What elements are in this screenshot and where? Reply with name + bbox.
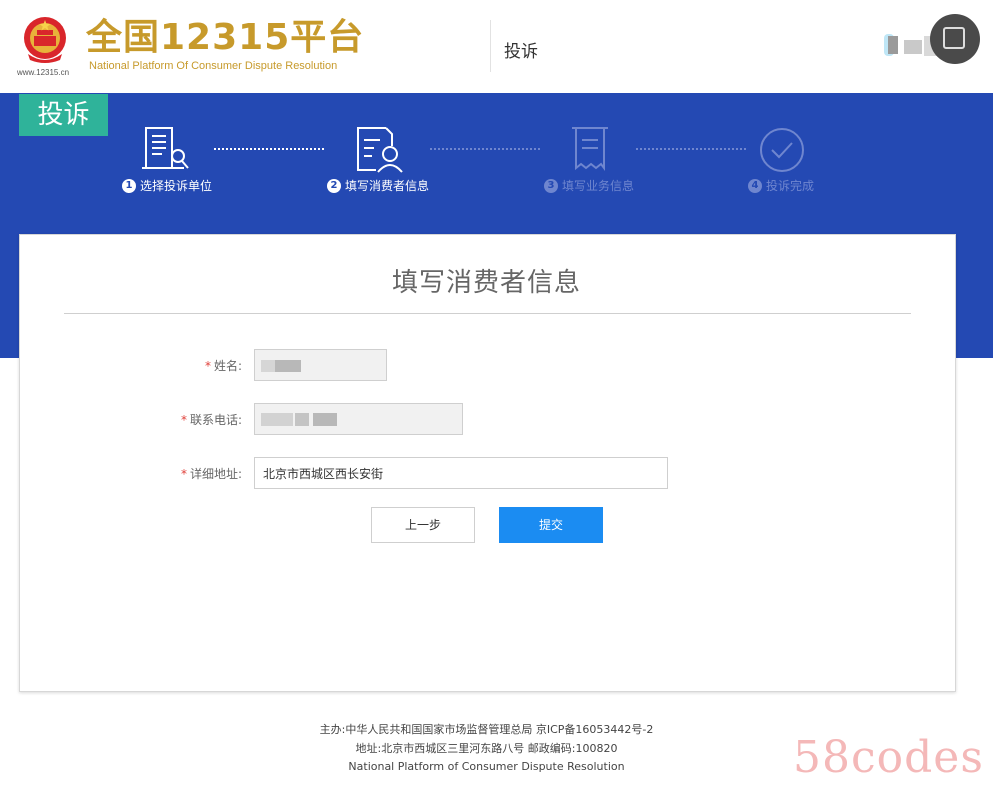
name-field[interactable] xyxy=(254,349,387,381)
nav-complaint[interactable]: 投诉 xyxy=(504,37,538,62)
step-connector-1 xyxy=(214,148,324,150)
page-tag: 投诉 xyxy=(19,94,108,136)
prev-step-button[interactable]: 上一步 xyxy=(371,507,475,543)
site-url: www.12315.cn xyxy=(17,68,70,77)
national-emblem-icon xyxy=(24,17,66,63)
site-header: www.12315.cn 全国12315平台 National Platform… xyxy=(0,0,993,93)
watermark: 58codes xyxy=(793,732,984,783)
user-menu-icon[interactable] xyxy=(943,27,965,49)
step-4-number: 4 xyxy=(748,178,762,193)
step-3: 3 填写业务信息 xyxy=(544,177,634,194)
submit-button[interactable]: 提交 xyxy=(499,507,603,543)
required-mark: * xyxy=(180,467,187,481)
step-3-label: 填写业务信息 xyxy=(562,179,635,193)
receipt-icon xyxy=(572,127,608,171)
address-label: * 详细地址: xyxy=(180,467,242,481)
step-4: 4 投诉完成 xyxy=(748,177,814,194)
user-form-icon xyxy=(357,127,403,173)
check-circle-icon xyxy=(760,128,804,172)
brand-title[interactable]: 全国12315平台 xyxy=(86,16,364,60)
step-2[interactable]: 2 填写消费者信息 xyxy=(327,177,429,194)
required-mark: * xyxy=(204,359,211,373)
step-2-number: 2 xyxy=(327,178,341,193)
address-value: 北京市西城区西长安街 xyxy=(263,466,384,481)
step-3-number: 3 xyxy=(544,178,558,193)
step-1-label: 选择投诉单位 xyxy=(140,179,213,193)
brand-subtitle: National Platform Of Consumer Dispute Re… xyxy=(89,60,338,72)
step-1[interactable]: 1 选择投诉单位 xyxy=(122,177,212,194)
step-connector-3 xyxy=(636,148,746,150)
form-title: 填写消费者信息 xyxy=(391,268,581,298)
building-search-icon xyxy=(142,127,189,169)
phone-label: * 联系电话: xyxy=(180,413,242,427)
address-field[interactable]: 北京市西城区西长安街 xyxy=(254,457,668,489)
step-4-label: 投诉完成 xyxy=(766,179,815,193)
step-connector-2 xyxy=(430,148,540,150)
name-label: * 姓名: xyxy=(204,359,242,373)
header-divider xyxy=(490,20,491,72)
required-mark: * xyxy=(180,413,187,427)
phone-field[interactable] xyxy=(254,403,463,435)
title-divider xyxy=(64,313,911,314)
step-1-number: 1 xyxy=(122,178,136,193)
step-2-label: 填写消费者信息 xyxy=(345,179,430,193)
